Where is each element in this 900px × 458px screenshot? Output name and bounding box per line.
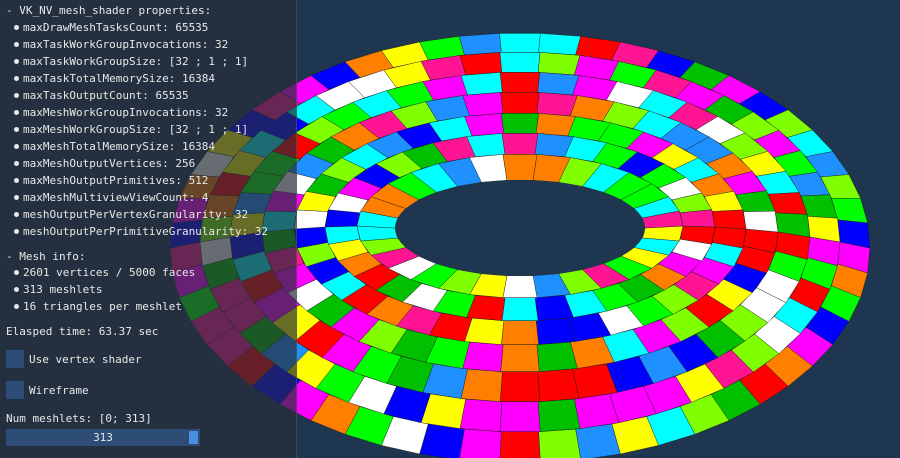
mesh-info-header: - Mesh info: bbox=[6, 250, 86, 263]
meshlet-patch bbox=[537, 398, 581, 432]
list-item-text: maxMeshOutputPrimitives: 512 bbox=[23, 174, 209, 187]
bullet-icon bbox=[14, 58, 19, 64]
meshlet-patch bbox=[499, 401, 541, 432]
list-item-text: maxMeshMultiviewViewCount: 4 bbox=[23, 191, 209, 204]
meshlet-patch bbox=[293, 209, 328, 230]
meshlet-patch bbox=[460, 368, 503, 402]
list-item: 2601 vertices / 5000 faces bbox=[14, 266, 195, 279]
bullet-icon bbox=[14, 177, 19, 183]
meshlet-patch bbox=[502, 154, 538, 181]
use-vertex-shader-checkbox[interactable] bbox=[6, 350, 24, 368]
bullet-icon bbox=[14, 194, 19, 200]
list-item: 313 meshlets bbox=[14, 283, 102, 296]
bullet-icon bbox=[14, 211, 19, 217]
meshlet-patch bbox=[536, 341, 578, 372]
torus-hole bbox=[395, 180, 645, 276]
list-item-text: maxTaskTotalMemorySize: 16384 bbox=[23, 72, 216, 85]
list-item-text: maxTaskWorkGroupSize: [32 ; 1 ; 1] bbox=[23, 55, 249, 68]
list-item: meshOutputPerPrimitiveGranularity: 32 bbox=[14, 225, 268, 238]
meshlet-patch bbox=[499, 431, 541, 458]
meshlet-patch bbox=[537, 52, 581, 76]
bullet-icon bbox=[14, 228, 19, 234]
meshlet-patch bbox=[459, 428, 502, 458]
list-item: maxTaskOutputCount: 65535 bbox=[14, 89, 189, 102]
num-meshlets-slider[interactable]: 313 bbox=[6, 429, 200, 446]
properties-panel: - VK_NV_mesh_shader properties: maxDrawM… bbox=[0, 0, 297, 458]
num-meshlets-label: Num meshlets: [0; 313] bbox=[6, 412, 152, 425]
meshlet-patch bbox=[501, 113, 539, 134]
properties-header: - VK_NV_mesh_shader properties: bbox=[6, 4, 212, 17]
list-item: maxMeshTotalMemorySize: 16384 bbox=[14, 140, 215, 153]
bullet-icon bbox=[14, 160, 19, 166]
list-item: 16 triangles per meshlet bbox=[14, 300, 182, 313]
elapsed-time: Elasped time: 63.37 sec bbox=[6, 325, 159, 338]
list-item: maxMeshWorkGroupSize: [32 ; 1 ; 1] bbox=[14, 123, 248, 136]
meshlet-patch bbox=[537, 368, 580, 402]
meshlet-patch bbox=[501, 297, 539, 321]
meshlet-patch bbox=[500, 92, 540, 114]
bullet-icon bbox=[14, 24, 19, 30]
list-item-text: 313 meshlets bbox=[23, 283, 103, 296]
list-item-text: meshOutputPerPrimitiveGranularity: 32 bbox=[23, 225, 269, 238]
slider-value: 313 bbox=[93, 431, 113, 444]
list-item-text: maxDrawMeshTasksCount: 65535 bbox=[23, 21, 209, 34]
list-item-text: maxMeshTotalMemorySize: 16384 bbox=[23, 140, 216, 153]
bullet-icon bbox=[14, 41, 19, 47]
bullet-icon bbox=[14, 303, 19, 309]
meshlet-patch bbox=[499, 33, 541, 53]
list-item: maxDrawMeshTasksCount: 65535 bbox=[14, 21, 208, 34]
list-item-text: maxTaskOutputCount: 65535 bbox=[23, 89, 189, 102]
meshlet-patch bbox=[712, 209, 747, 230]
list-item: maxTaskWorkGroupSize: [32 ; 1 ; 1] bbox=[14, 55, 248, 68]
meshlet-patch bbox=[501, 133, 539, 155]
list-item-text: maxMeshOutputVertices: 256 bbox=[23, 157, 196, 170]
list-item-text: maxMeshWorkGroupSize: [32 ; 1 ; 1] bbox=[23, 123, 249, 136]
list-item-text: 16 triangles per meshlet bbox=[23, 300, 182, 313]
list-item: maxMeshOutputPrimitives: 512 bbox=[14, 174, 208, 187]
meshlet-patch bbox=[743, 210, 779, 233]
meshlet-patch bbox=[460, 72, 503, 96]
meshlet-patch bbox=[499, 72, 541, 93]
bullet-icon bbox=[14, 286, 19, 292]
meshlet-patch bbox=[459, 52, 503, 76]
list-item: maxMeshOutputVertices: 256 bbox=[14, 157, 195, 170]
bullet-icon bbox=[14, 143, 19, 149]
use-vertex-shader-label[interactable]: Use vertex shader bbox=[29, 353, 142, 366]
meshlet-patch bbox=[499, 371, 541, 402]
bullet-icon bbox=[14, 75, 19, 81]
meshlet-patch bbox=[459, 398, 503, 432]
meshlet-patch bbox=[679, 209, 716, 228]
list-item: meshOutputPerVertexGranularity: 32 bbox=[14, 208, 248, 221]
list-item: maxMeshMultiviewViewCount: 4 bbox=[14, 191, 208, 204]
list-item: maxMeshWorkGroupInvocations: 32 bbox=[14, 106, 228, 119]
bullet-icon bbox=[14, 109, 19, 115]
meshlet-patch bbox=[538, 33, 582, 56]
meshlet-patch bbox=[458, 33, 502, 56]
list-item-text: 2601 vertices / 5000 faces bbox=[23, 266, 196, 279]
list-item-text: maxTaskWorkGroupInvocations: 32 bbox=[23, 38, 229, 51]
wireframe-label[interactable]: Wireframe bbox=[29, 384, 89, 397]
bullet-icon bbox=[14, 92, 19, 98]
meshlet-patch bbox=[500, 344, 540, 372]
list-item-text: maxMeshWorkGroupInvocations: 32 bbox=[23, 106, 229, 119]
meshlet-patch bbox=[501, 320, 539, 345]
list-item-text: meshOutputPerVertexGranularity: 32 bbox=[23, 208, 249, 221]
meshlet-patch bbox=[538, 428, 581, 458]
bullet-icon bbox=[14, 126, 19, 132]
list-item: maxTaskWorkGroupInvocations: 32 bbox=[14, 38, 228, 51]
meshlet-patch bbox=[537, 72, 580, 96]
wireframe-checkbox[interactable] bbox=[6, 381, 24, 399]
meshlet-patch bbox=[499, 52, 541, 73]
meshlet-patch bbox=[462, 92, 504, 117]
list-item: maxTaskTotalMemorySize: 16384 bbox=[14, 72, 215, 85]
bullet-icon bbox=[14, 269, 19, 275]
meshlet-patch bbox=[502, 275, 538, 298]
